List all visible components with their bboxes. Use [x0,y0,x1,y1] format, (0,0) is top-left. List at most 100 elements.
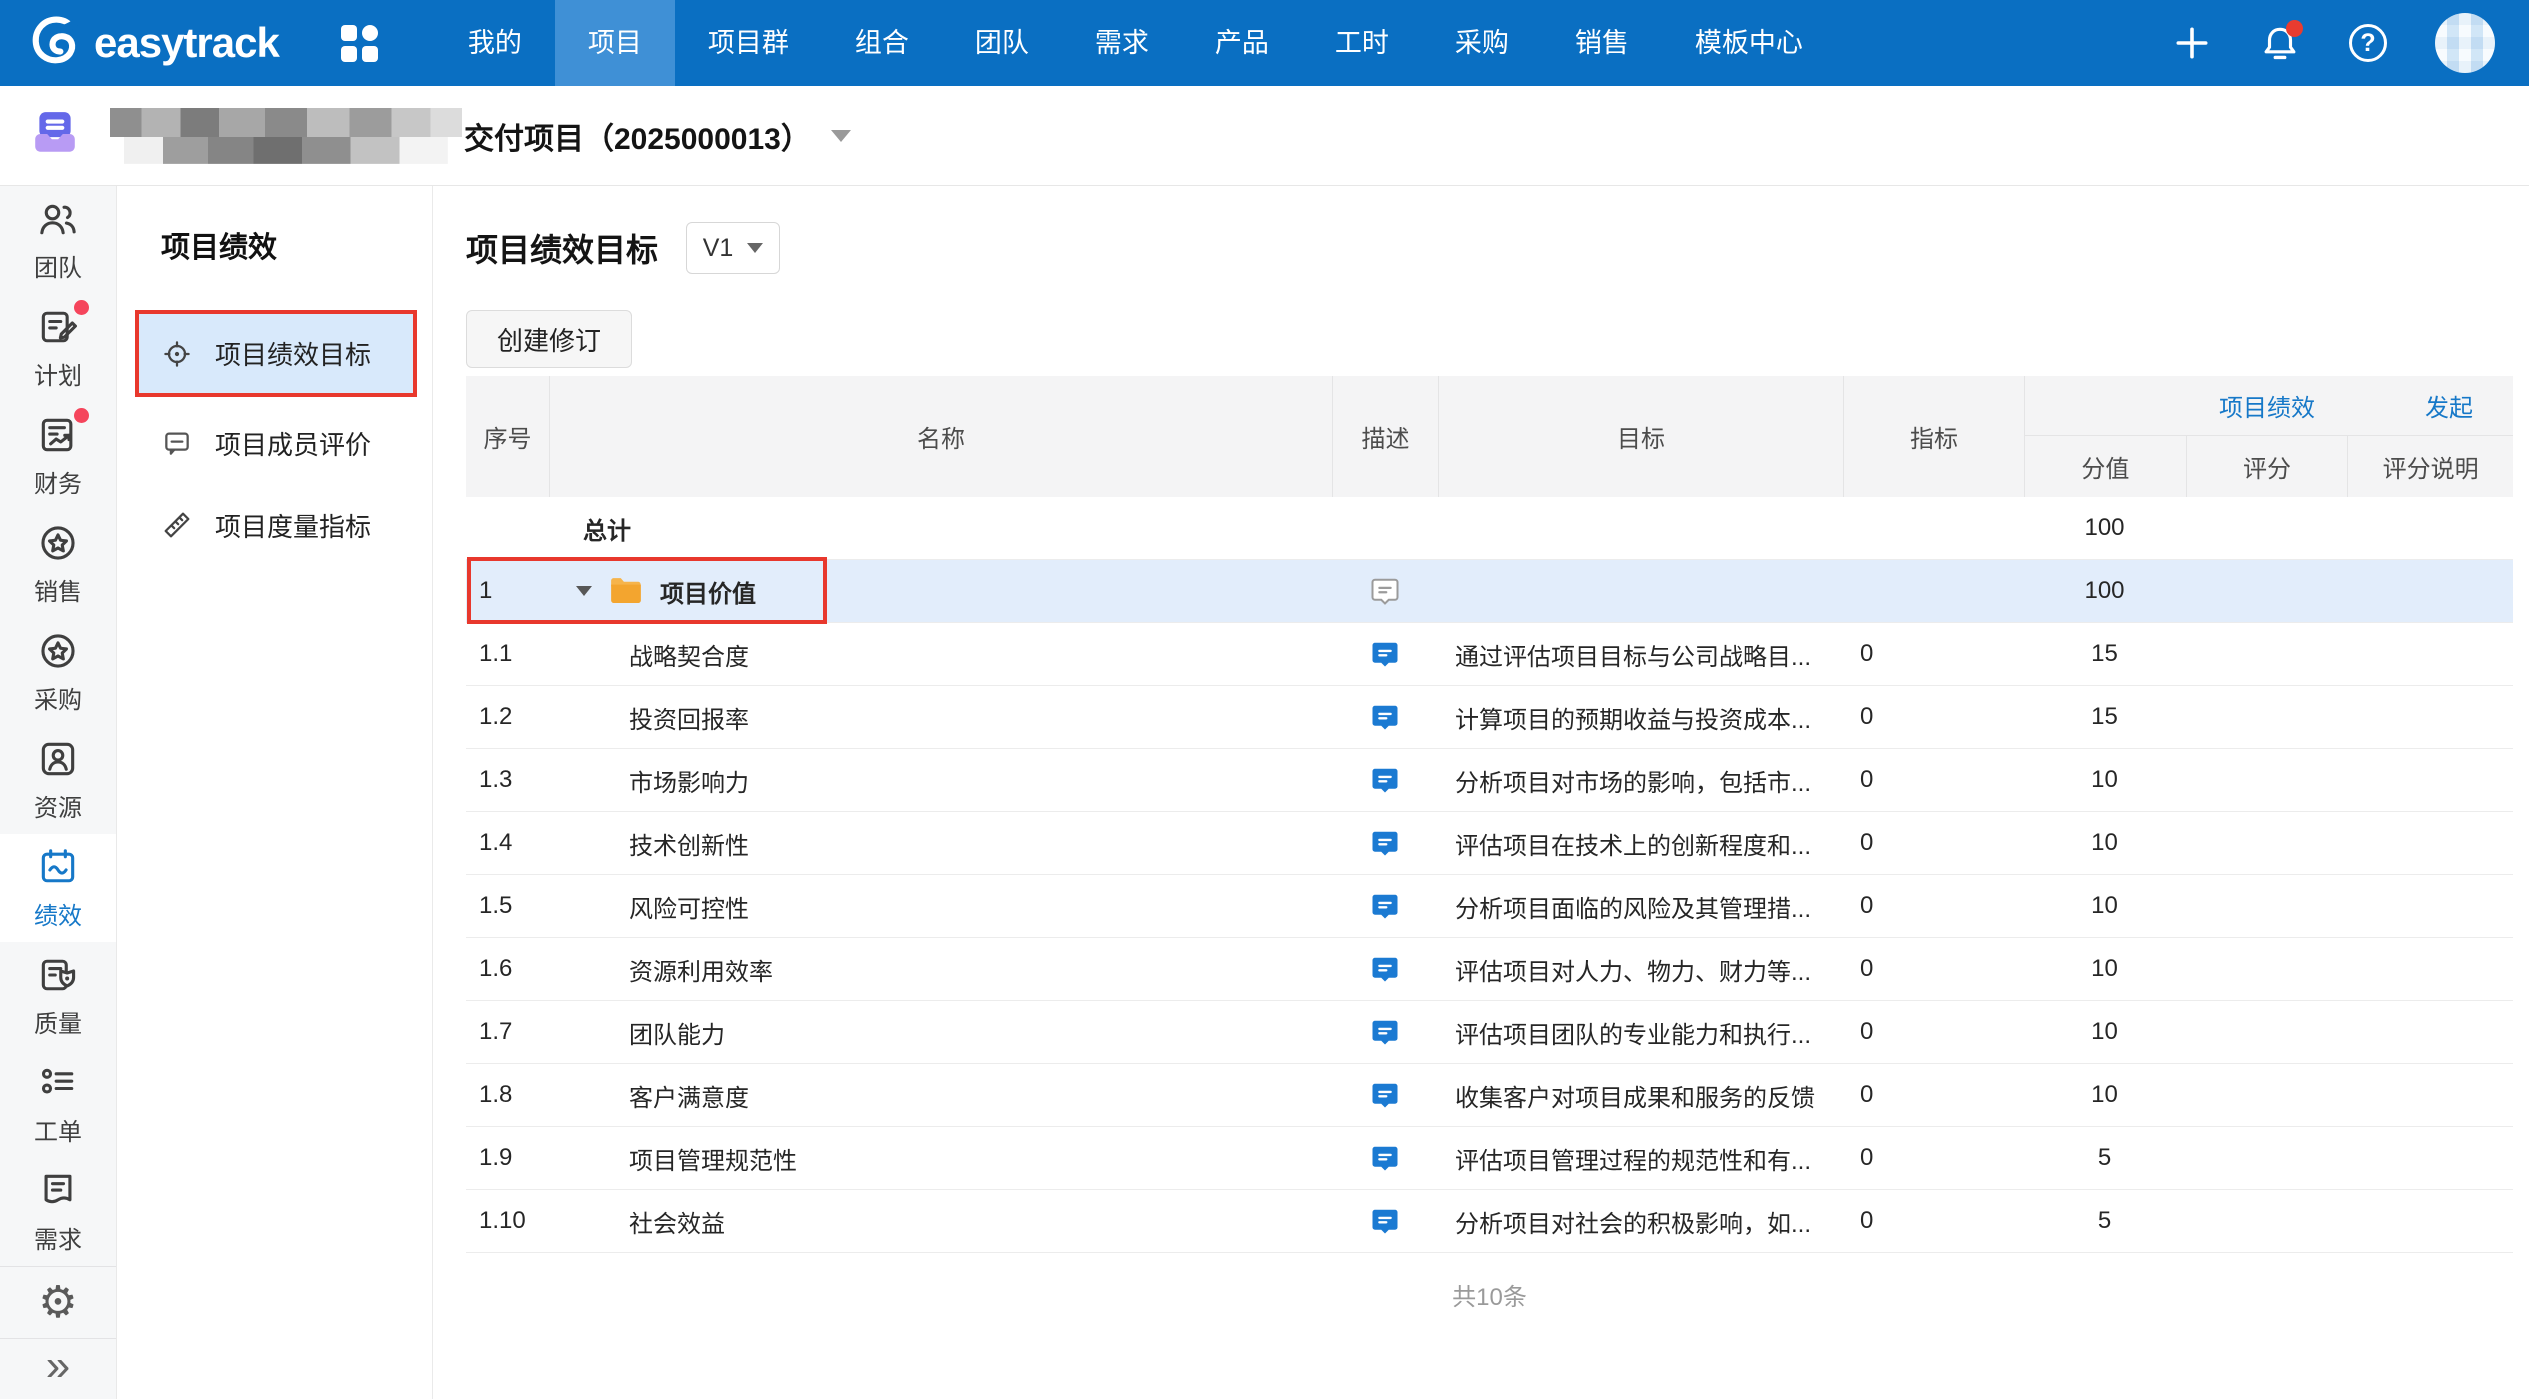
sidebar-item-项目绩效目标[interactable]: 项目绩效目标 [135,310,417,397]
row-rating [2185,560,2347,622]
row-name: 总计 [549,497,1332,559]
easytrack-logo[interactable]: easytrack [28,13,279,74]
sidebar-item-项目成员评价[interactable]: 项目成员评价 [117,402,432,484]
notification-dot [2286,20,2303,37]
create-revision-button[interactable]: 创建修订 [466,310,632,368]
nav-item-timesheet[interactable]: 工时 [1302,0,1422,86]
project-title: 交付项目（2025000013） [464,114,811,158]
description-comment-icon[interactable] [1370,576,1400,606]
row-name: 技术创新性 [549,812,1332,874]
table-row-1.7[interactable]: 1.7团队能力评估项目团队的专业能力和执行...010 [466,1001,2513,1064]
row-seq: 1.8 [466,1064,549,1126]
row-rating [2185,497,2347,559]
row-metric: 0 [1843,938,2024,1000]
rail-item-resource[interactable]: 资源 [0,726,116,834]
plus-icon[interactable] [2171,22,2213,64]
description-comment-icon[interactable] [1370,1017,1400,1047]
row-metric: 0 [1843,749,2024,811]
row-metric: 0 [1843,1001,2024,1063]
table-header: 序号 名称 描述 目标 指标 项目绩效 发起 分值 评分 评分说明 [466,376,2513,497]
row-rating [2185,812,2347,874]
description-comment-icon[interactable] [1370,1143,1400,1173]
nav-item-purchase[interactable]: 采购 [1422,0,1542,86]
rail-item-requirement[interactable]: 需求 [0,1158,116,1266]
rail-item-team[interactable]: 团队 [0,186,116,294]
table-row-1.2[interactable]: 1.2投资回报率计算项目的预期收益与投资成本...015 [466,686,2513,749]
row-score: 10 [2024,875,2185,937]
rail-bottom: ⚙ » [0,1266,116,1399]
rail-item-performance[interactable]: 绩效 [0,834,116,942]
left-rail: 团队计划财务销售采购资源绩效质量工单需求 ⚙ » [0,186,117,1399]
table-row-1.1[interactable]: 1.1战略契合度通过评估项目目标与公司战略目...015 [466,623,2513,686]
rail-item-procurement[interactable]: 采购 [0,618,116,726]
table-row-1.8[interactable]: 1.8客户满意度收集客户对项目成果和服务的反馈010 [466,1064,2513,1127]
table-row-1.3[interactable]: 1.3市场影响力分析项目对市场的影响，包括市...010 [466,749,2513,812]
col-seq: 序号 [466,376,549,497]
rail-item-label: 计划 [34,356,82,391]
rail-item-workorder[interactable]: 工单 [0,1050,116,1158]
main-nav: 我的项目项目群组合团队需求产品工时采购销售模板中心 [435,0,1836,86]
collapse-caret-icon[interactable] [576,586,592,596]
initiate-link[interactable]: 发起 [2425,388,2473,423]
rail-item-label: 工单 [34,1112,82,1147]
description-comment-icon[interactable] [1370,702,1400,732]
col-rating: 评分 [2186,436,2348,497]
table-row-1.5[interactable]: 1.5风险可控性分析项目面临的风险及其管理措...010 [466,875,2513,938]
description-comment-icon[interactable] [1370,954,1400,984]
version-select[interactable]: V1 [686,222,780,274]
row-rating [2185,686,2347,748]
nav-item-demand[interactable]: 需求 [1062,0,1182,86]
row-name: 投资回报率 [549,686,1332,748]
table-row-1.6[interactable]: 1.6资源利用效率评估项目对人力、物力、财力等...010 [466,938,2513,1001]
row-rating [2185,938,2347,1000]
nav-item-my[interactable]: 我的 [435,0,555,86]
description-comment-icon[interactable] [1370,828,1400,858]
row-name: 社会效益 [549,1190,1332,1252]
row-name: 项目管理规范性 [549,1127,1332,1189]
plan-icon [36,305,80,349]
sidebar-item-项目度量指标[interactable]: 项目度量指标 [117,484,432,566]
logo-text: easytrack [94,19,279,67]
nav-item-team[interactable]: 团队 [942,0,1062,86]
description-comment-icon[interactable] [1370,891,1400,921]
nav-item-template-center[interactable]: 模板中心 [1662,0,1836,86]
nav-item-program[interactable]: 项目群 [675,0,822,86]
description-comment-icon[interactable] [1370,765,1400,795]
table-row-1.4[interactable]: 1.4技术创新性评估项目在技术上的创新程度和...010 [466,812,2513,875]
row-name: 资源利用效率 [549,938,1332,1000]
description-comment-icon[interactable] [1370,1080,1400,1110]
row-seq: 1.10 [466,1190,549,1252]
row-metric: 0 [1843,1127,2024,1189]
row-rating [2185,1064,2347,1126]
description-comment-icon[interactable] [1370,1206,1400,1236]
avatar[interactable] [2435,13,2495,73]
rail-item-plan[interactable]: 计划 [0,294,116,402]
table-row-1[interactable]: 1项目价值100 [466,560,2513,623]
apps-grid-icon[interactable] [341,25,377,61]
row-target: 分析项目对市场的影响，包括市... [1438,749,1843,811]
row-rating-note [2347,497,2513,559]
nav-item-sales[interactable]: 销售 [1542,0,1662,86]
sidebar-item-label: 项目度量指标 [215,507,371,544]
collapse-icon[interactable]: » [0,1338,116,1399]
row-name: 团队能力 [549,1001,1332,1063]
main-content: 项目绩效目标 V1 创建修订 序号 名称 描述 目标 指标 项目绩效 发起 [433,186,2529,1399]
chevron-down-icon[interactable] [831,130,851,142]
nav-item-project[interactable]: 项目 [555,0,675,86]
table-row-total[interactable]: 总计100 [466,497,2513,560]
table-row-1.9[interactable]: 1.9项目管理规范性评估项目管理过程的规范性和有...05 [466,1127,2513,1190]
row-score: 10 [2024,1064,2185,1126]
bell-icon[interactable] [2259,22,2301,64]
table-row-1.10[interactable]: 1.10社会效益分析项目对社会的积极影响，如...05 [466,1190,2513,1253]
nav-item-portfolio[interactable]: 组合 [822,0,942,86]
rail-item-quality[interactable]: 质量 [0,942,116,1050]
gear-icon[interactable]: ⚙ [0,1266,116,1338]
nav-item-product[interactable]: 产品 [1182,0,1302,86]
row-score: 15 [2024,623,2185,685]
table-footer: 共10条 [466,1277,2513,1312]
description-comment-icon[interactable] [1370,639,1400,669]
rail-item-sales[interactable]: 销售 [0,510,116,618]
rail-item-finance[interactable]: 财务 [0,402,116,510]
help-icon[interactable]: ? [2347,22,2389,64]
project-performance-link[interactable]: 项目绩效 [2219,388,2315,423]
